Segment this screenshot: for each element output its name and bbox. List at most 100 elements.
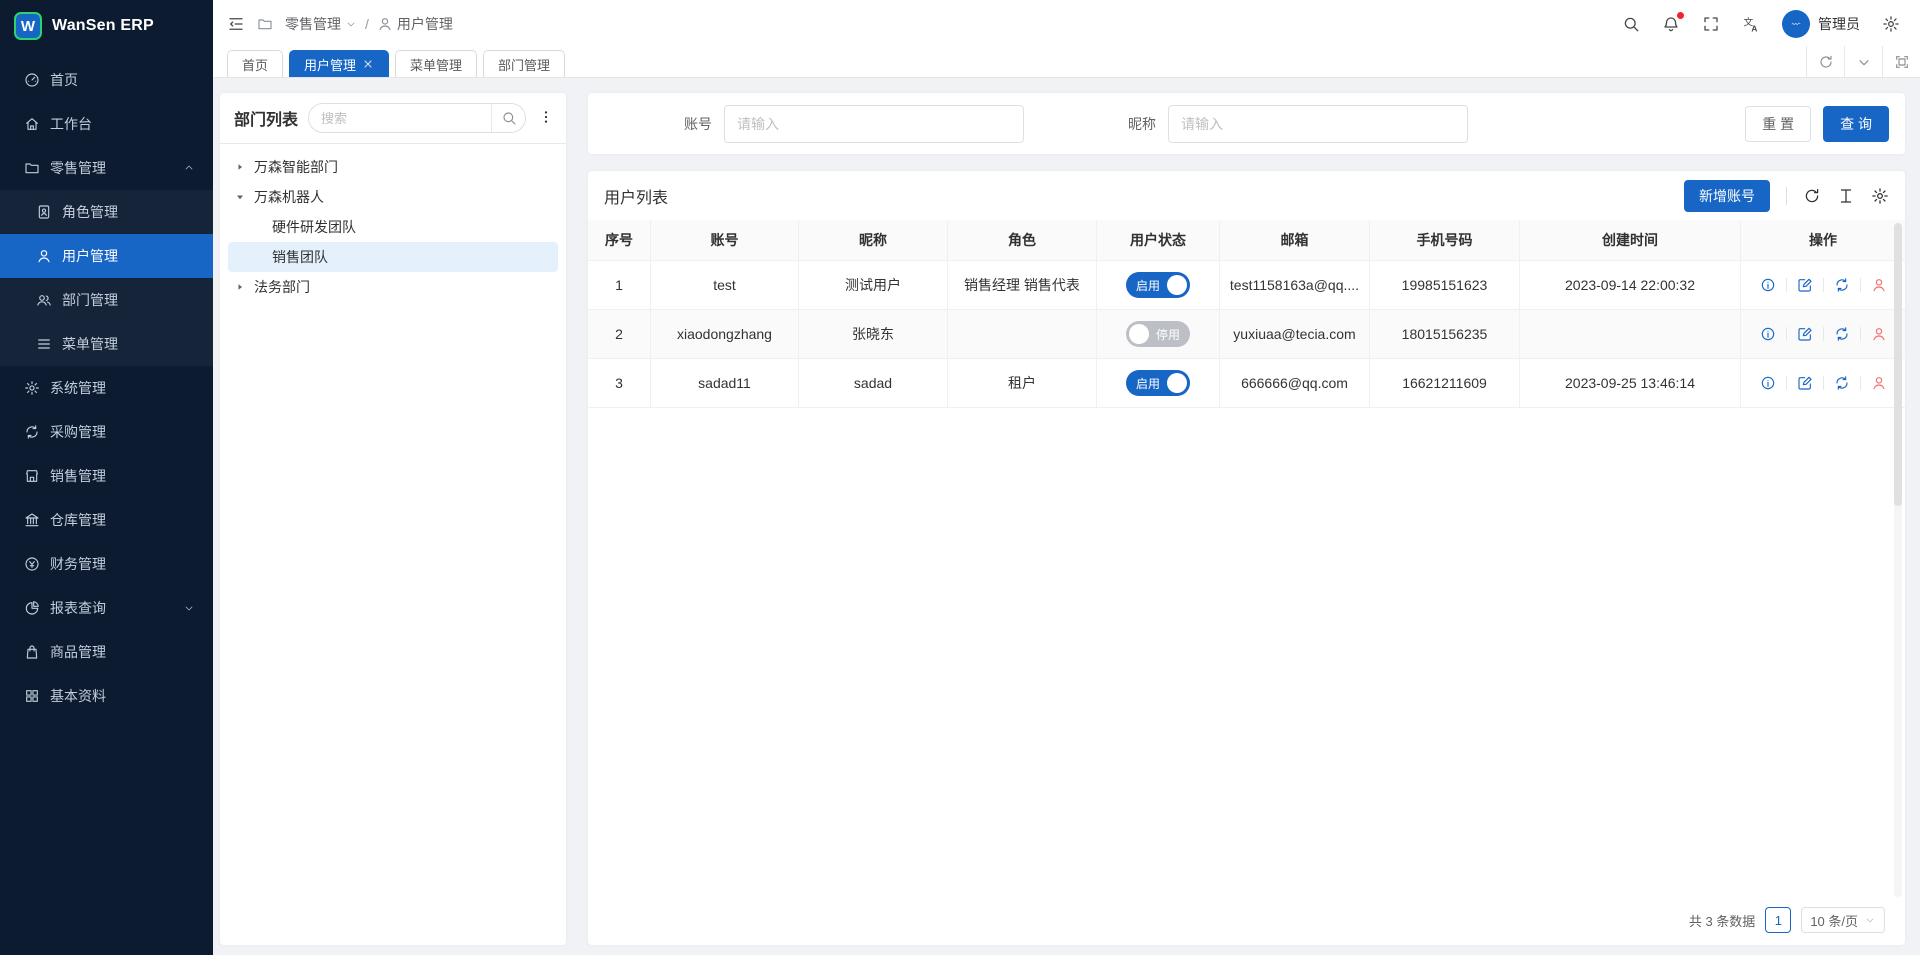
maximize-content-button[interactable]: [1882, 46, 1920, 77]
tab-user-management[interactable]: 用户管理: [289, 50, 389, 77]
sidebar-item-basic-data[interactable]: 基本资料: [0, 674, 213, 718]
cell-phone: 18015156235: [1370, 310, 1520, 358]
reset-password-button[interactable]: [1834, 326, 1850, 342]
tab-menu-management[interactable]: 菜单管理: [395, 50, 477, 77]
sidebar-item-label: 零售管理: [50, 158, 173, 178]
view-detail-button[interactable]: [1760, 375, 1776, 391]
chevron-down-icon: [345, 18, 357, 30]
status-toggle[interactable]: 启用: [1126, 370, 1190, 396]
sidebar-item-retail[interactable]: 零售管理: [0, 146, 213, 190]
tab-home[interactable]: 首页: [227, 50, 283, 77]
refresh-tab-button[interactable]: [1806, 46, 1844, 77]
close-icon: [362, 58, 374, 70]
sync-icon: [1834, 375, 1850, 391]
sidebar-item-label: 仓库管理: [50, 510, 195, 530]
department-tree: 万森智能部门 万森机器人 硬件研发团队 销售团队 法务部门: [220, 144, 566, 310]
line-height-icon: [1837, 187, 1855, 205]
tab-close-button[interactable]: [362, 58, 374, 70]
sync-icon: [1834, 326, 1850, 342]
status-label: 启用: [1136, 277, 1160, 294]
edit-user-button[interactable]: [1797, 326, 1813, 342]
search-button[interactable]: 查 询: [1823, 106, 1889, 142]
cell-nickname: sadad: [799, 359, 948, 407]
refresh-table-button[interactable]: [1803, 187, 1821, 205]
sidebar-item-system-management[interactable]: 系统管理: [0, 366, 213, 410]
nickname-label: 昵称: [1128, 114, 1156, 134]
divider: [1786, 187, 1787, 205]
pagination-total: 共 3 条数据: [1689, 911, 1755, 930]
tab-department-management[interactable]: 部门管理: [483, 50, 565, 77]
caret-right-icon[interactable]: [234, 281, 246, 293]
settings-button[interactable]: [1882, 15, 1900, 33]
page-size-select[interactable]: 10 条/页: [1801, 907, 1885, 933]
logo-icon: W: [14, 12, 42, 40]
add-account-button[interactable]: 新增账号: [1684, 180, 1770, 212]
tab-controls: [1806, 46, 1920, 77]
status-toggle[interactable]: 停用: [1126, 321, 1190, 347]
account-input[interactable]: [724, 105, 1024, 143]
language-button[interactable]: [1742, 15, 1760, 33]
table-scrollbar[interactable]: [1894, 223, 1902, 897]
caret-down-icon[interactable]: [234, 191, 246, 203]
table-header-row: 序号 账号 昵称 角色 用户状态 邮箱 手机号码 创建时间 操作: [588, 220, 1905, 261]
sidebar-collapse-button[interactable]: [227, 15, 245, 33]
status-toggle[interactable]: 启用: [1126, 272, 1190, 298]
tree-item[interactable]: 硬件研发团队: [228, 212, 558, 242]
tree-item[interactable]: 法务部门: [228, 272, 558, 302]
department-search-input[interactable]: [309, 111, 491, 126]
user-table: 序号 账号 昵称 角色 用户状态 邮箱 手机号码 创建时间 操作 1: [588, 220, 1905, 408]
sidebar-item-warehouse-management[interactable]: 仓库管理: [0, 498, 213, 542]
page-1-button[interactable]: 1: [1765, 907, 1791, 933]
tree-item[interactable]: 万森机器人: [228, 182, 558, 212]
user-menu[interactable]: 管理员: [1782, 10, 1860, 38]
nickname-input[interactable]: [1168, 105, 1468, 143]
avatar-logo-icon: [1790, 18, 1802, 30]
edit-user-button[interactable]: [1797, 277, 1813, 293]
sidebar-item-user-management[interactable]: 用户管理: [0, 234, 213, 278]
sidebar-item-menu-management[interactable]: 菜单管理: [0, 322, 213, 366]
basic-data-icon: [24, 688, 40, 704]
caret-right-icon[interactable]: [234, 161, 246, 173]
remove-user-button[interactable]: [1871, 277, 1887, 293]
sidebar-item-finance-management[interactable]: 财务管理: [0, 542, 213, 586]
col-actions: 操作: [1741, 220, 1905, 260]
remove-user-button[interactable]: [1871, 375, 1887, 391]
sidebar-item-role-management[interactable]: 角色管理: [0, 190, 213, 234]
sidebar-item-home[interactable]: 首页: [0, 58, 213, 102]
row-actions: [1760, 375, 1887, 391]
notifications-button[interactable]: [1662, 15, 1680, 33]
tab-list-dropdown-button[interactable]: [1844, 46, 1882, 77]
reset-button[interactable]: 重 置: [1745, 106, 1811, 142]
sidebar-item-report-query[interactable]: 报表查询: [0, 586, 213, 630]
sidebar-item-workbench[interactable]: 工作台: [0, 102, 213, 146]
col-index: 序号: [588, 220, 651, 260]
row-height-button[interactable]: [1837, 187, 1855, 205]
topbar-actions: 管理员: [1622, 10, 1900, 38]
scrollbar-thumb[interactable]: [1894, 223, 1902, 506]
remove-user-icon: [1871, 277, 1887, 293]
tree-item-label: 法务部门: [254, 277, 310, 297]
fullscreen-button[interactable]: [1702, 15, 1720, 33]
sidebar-item-sales-management[interactable]: 销售管理: [0, 454, 213, 498]
topbar: 零售管理 / 用户管理 管理员: [213, 0, 1920, 47]
tree-item[interactable]: 万森智能部门: [228, 152, 558, 182]
col-created: 创建时间: [1520, 220, 1741, 260]
sidebar-item-purchase-management[interactable]: 采购管理: [0, 410, 213, 454]
sidebar-item-department-management[interactable]: 部门管理: [0, 278, 213, 322]
info-icon: [1760, 375, 1776, 391]
view-detail-button[interactable]: [1760, 326, 1776, 342]
column-settings-button[interactable]: [1871, 187, 1889, 205]
sidebar-item-goods-management[interactable]: 商品管理: [0, 630, 213, 674]
breadcrumb-section[interactable]: 零售管理: [285, 14, 357, 34]
remove-user-button[interactable]: [1871, 326, 1887, 342]
reset-password-button[interactable]: [1834, 375, 1850, 391]
department-more-button[interactable]: [536, 109, 556, 128]
tree-item-selected[interactable]: 销售团队: [228, 242, 558, 272]
cell-email: test1158163a@qq....: [1220, 261, 1370, 309]
reset-password-button[interactable]: [1834, 277, 1850, 293]
department-search-button[interactable]: [491, 104, 525, 132]
search-button[interactable]: [1622, 15, 1640, 33]
edit-user-button[interactable]: [1797, 375, 1813, 391]
view-detail-button[interactable]: [1760, 277, 1776, 293]
table-row: 1 test 测试用户 销售经理 销售代表 启用 test1158163a@qq…: [588, 261, 1905, 310]
